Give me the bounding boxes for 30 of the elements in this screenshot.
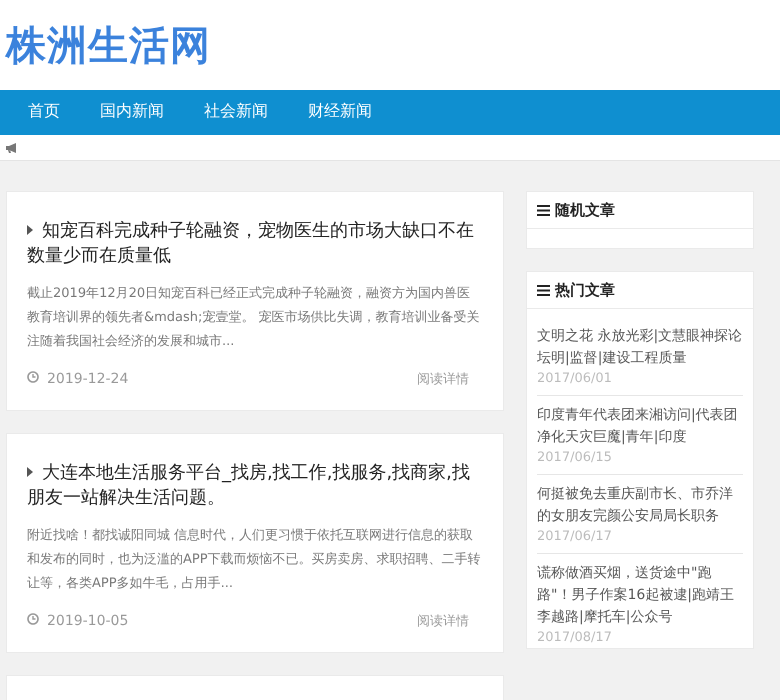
menu-icon	[537, 204, 550, 216]
caret-icon	[27, 467, 33, 477]
widget-title: 随机文章	[555, 200, 615, 220]
nav-link[interactable]: 社会新闻	[204, 97, 268, 128]
article-excerpt: 截止2019年12月20日知宠百科已经正式完成种子轮融资，融资方为国内兽医教育培训界的领先者&mdash;宠壹堂。 宠医市场供比失调，教育培训业备受关注随着我国社会经济的发展和城市...	[27, 285, 481, 351]
menu-icon	[537, 284, 550, 296]
article-date: 2019-12-24	[27, 371, 128, 387]
clock-icon	[27, 371, 39, 383]
article-date: 2017/06/01	[537, 370, 613, 388]
caret-icon	[27, 225, 33, 235]
clock-icon	[27, 613, 39, 625]
site-title[interactable]: 株洲生活网	[6, 18, 211, 72]
article-title[interactable]: 大连本地生活服务平台_找房,找工作,找服务,找商家,找朋友一站解决生活问题。	[27, 460, 483, 510]
nav-link[interactable]: 国内新闻	[100, 97, 164, 128]
article-link[interactable]: 印度青年代表团来湘访问|代表团净化天灾巨魔|青年|印度	[537, 404, 743, 448]
nav-link[interactable]: 首页	[28, 97, 60, 128]
article-link[interactable]: 文明之花 永放光彩|文慧眼神探论坛明|监督|建设工程质量	[537, 325, 743, 369]
article-title[interactable]: 知宠百科完成种子轮融资，宠物医生的市场大缺口不在数量少而在质量低	[27, 218, 483, 268]
article-date: 2017/08/17	[537, 629, 613, 647]
article-link[interactable]: 谎称做酒买烟，送货途中"跑路"！男子作案16起被逮|跑靖王李越路|摩托车|公众号	[537, 562, 743, 628]
article-date: 2017/06/17	[537, 528, 613, 546]
nav-link[interactable]: 财经新闻	[308, 97, 372, 128]
article-excerpt: 附近找啥！都找诚阳同城 信息时代，人们更习惯于依托互联网进行信息的获取和发布的同时，也为泛滥的APP下载而烦恼不已。买房卖房、求职招聘、二手转让等，各类APP多如牛毛，占用手...	[27, 527, 482, 593]
widget-title: 热门文章	[555, 280, 615, 300]
read-more-link[interactable]: 阅读详情	[417, 370, 469, 388]
article-link[interactable]: 何挺被免去重庆副市长、市乔洋的女朋友完颜公安局局长职务	[537, 483, 743, 527]
article-date: 2019-10-05	[27, 613, 128, 629]
read-more-link[interactable]: 阅读详情	[417, 612, 469, 630]
megaphone-icon	[5, 142, 19, 154]
article-date: 2017/06/15	[537, 449, 613, 467]
